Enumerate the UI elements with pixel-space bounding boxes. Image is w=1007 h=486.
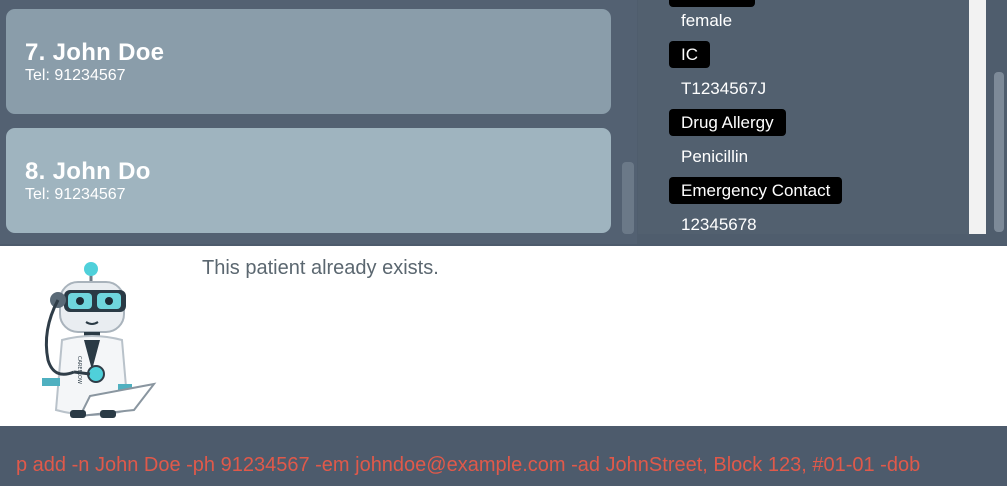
gender-label-pill [669, 0, 755, 7]
patient-phone: Tel: 91234567 [25, 186, 126, 203]
list-scrollbar[interactable] [622, 162, 634, 234]
patient-detail-panel: female IC T1234567J Drug Allergy Penicil… [638, 0, 970, 234]
patient-card[interactable]: 7. John Doe Tel: 91234567 [6, 9, 611, 114]
emergency-contact-value: 12345678 [681, 215, 757, 234]
result-message: This patient already exists. [202, 257, 439, 279]
detail-scroll-track[interactable] [969, 0, 986, 234]
result-display: CAREFLOW This patient already exists. [0, 246, 1007, 426]
doctor-robot-mascot: CAREFLOW [42, 262, 157, 418]
drug-allergy-label: Drug Allergy [669, 109, 786, 136]
ic-label: IC [669, 41, 710, 68]
svg-text:CAREFLOW: CAREFLOW [76, 356, 82, 384]
patient-phone: Tel: 91234567 [25, 67, 126, 84]
patient-name: 7. John Doe [25, 39, 165, 66]
ic-value: T1234567J [681, 79, 767, 98]
patient-list[interactable]: 7. John Doe Tel: 91234567 8. John Do Tel… [0, 0, 637, 244]
detail-scrollbar[interactable] [994, 72, 1004, 232]
patient-name: 8. John Do [25, 158, 151, 185]
emergency-contact-label: Emergency Contact [669, 177, 843, 204]
patient-card[interactable]: 8. John Do Tel: 91234567 [6, 128, 611, 233]
command-bar: p add -n John Doe -ph 91234567 -em johnd… [0, 428, 1007, 486]
drug-allergy-value: Penicillin [681, 147, 749, 166]
gender-value: female [681, 11, 733, 30]
main-panel: 7. John Doe Tel: 91234567 8. John Do Tel… [0, 0, 1007, 244]
command-input[interactable]: p add -n John Doe -ph 91234567 -em johnd… [16, 454, 920, 477]
